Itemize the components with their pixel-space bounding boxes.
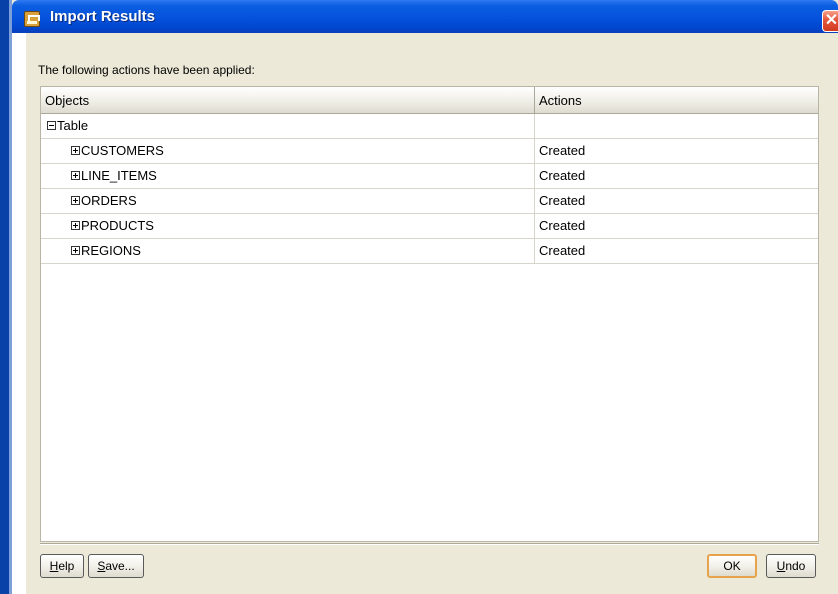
- window-title: Import Results: [50, 8, 156, 25]
- table-row[interactable]: ORDERS Created: [41, 189, 818, 214]
- table-header: Objects Actions: [41, 87, 818, 114]
- object-cell: PRODUCTS: [41, 214, 535, 238]
- action-cell: Created: [539, 168, 586, 183]
- object-label: LINE_ITEMS: [81, 168, 157, 183]
- help-label: elp: [58, 559, 75, 573]
- object-label: REGIONS: [81, 243, 141, 258]
- dialog-content: The following actions have been applied:…: [12, 33, 838, 594]
- expand-plus-icon[interactable]: [71, 221, 80, 231]
- table-row[interactable]: LINE_ITEMS Created: [41, 164, 818, 189]
- title-bar[interactable]: Import Results ✕: [12, 0, 838, 33]
- expand-plus-icon[interactable]: [71, 146, 80, 156]
- expand-plus-icon[interactable]: [71, 171, 80, 181]
- tree-group-row[interactable]: Table: [41, 114, 818, 139]
- help-button[interactable]: Help: [40, 554, 84, 578]
- close-button[interactable]: ✕: [822, 10, 838, 32]
- table-row[interactable]: REGIONS Created: [41, 239, 818, 264]
- table-row[interactable]: PRODUCTS Created: [41, 214, 818, 239]
- tree-group-label: Table: [57, 118, 89, 133]
- ok-button[interactable]: OK: [707, 554, 757, 578]
- object-cell: LINE_ITEMS: [41, 164, 535, 188]
- tree-group-cell: Table: [41, 114, 535, 138]
- button-separator: [40, 543, 819, 545]
- object-cell: CUSTOMERS: [41, 139, 535, 163]
- table-row[interactable]: CUSTOMERS Created: [41, 139, 818, 164]
- undo-accelerator: U: [776, 559, 786, 573]
- save-label: ave...: [105, 559, 135, 573]
- object-label: CUSTOMERS: [81, 143, 164, 158]
- expand-plus-icon[interactable]: [71, 246, 80, 256]
- column-header-objects[interactable]: Objects: [41, 87, 535, 114]
- object-label: PRODUCTS: [81, 218, 154, 233]
- collapse-minus-icon[interactable]: [47, 121, 56, 131]
- import-results-dialog: Import Results ✕ The following actions h…: [0, 0, 838, 594]
- tree-group-action: [535, 114, 818, 138]
- action-cell: Created: [539, 193, 586, 208]
- action-cell: Created: [539, 218, 586, 233]
- undo-label: ndo: [785, 559, 806, 573]
- dialog-body: The following actions have been applied:…: [26, 33, 838, 594]
- column-header-actions[interactable]: Actions: [535, 87, 818, 114]
- action-cell: Created: [539, 143, 586, 158]
- close-icon: ✕: [824, 12, 838, 29]
- expand-plus-icon[interactable]: [71, 196, 80, 206]
- app-window-icon: [24, 11, 40, 27]
- object-cell: ORDERS: [41, 189, 535, 213]
- object-label: ORDERS: [81, 193, 137, 208]
- intro-text: The following actions have been applied:: [38, 63, 255, 77]
- undo-button[interactable]: Undo: [766, 554, 816, 578]
- results-tree-table[interactable]: Objects Actions Table CUSTOMERS Created: [40, 86, 819, 542]
- object-cell: REGIONS: [41, 239, 535, 263]
- save-button[interactable]: Save...: [88, 554, 144, 578]
- action-cell: Created: [539, 243, 586, 258]
- window-left-frame: [0, 0, 12, 594]
